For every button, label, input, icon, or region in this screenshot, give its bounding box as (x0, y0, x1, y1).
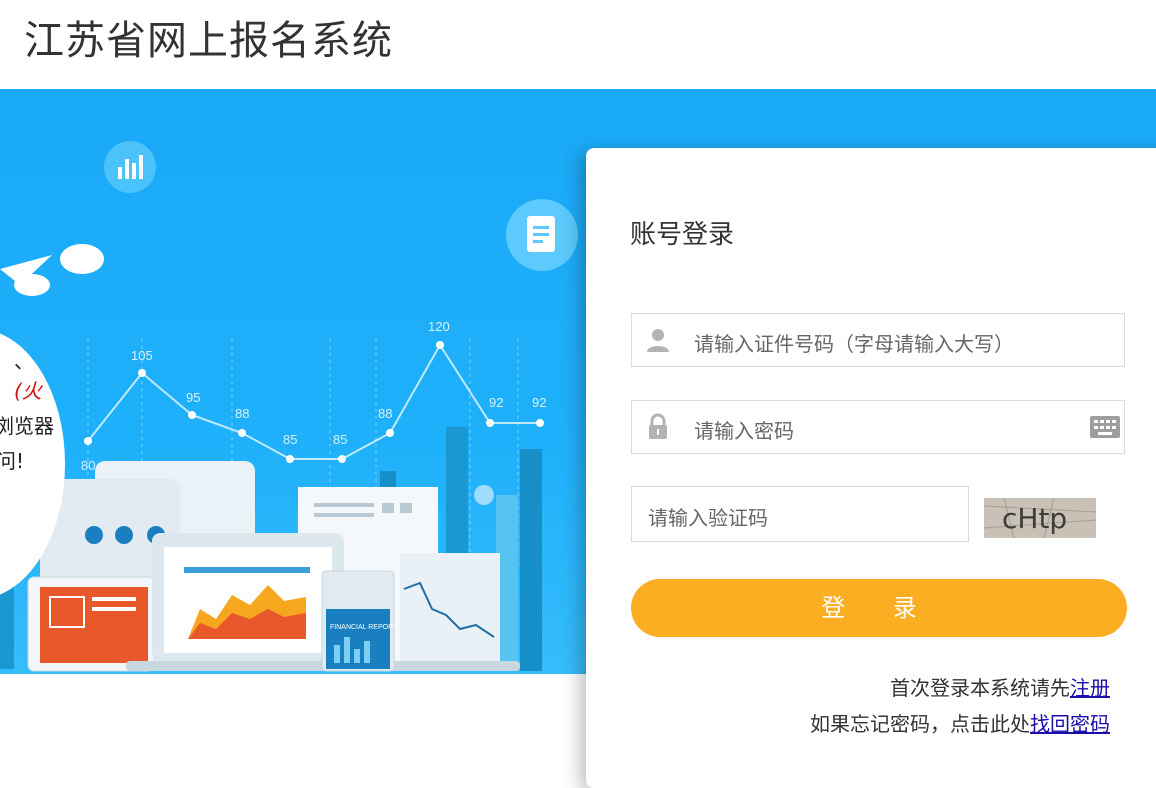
lock-icon (649, 413, 667, 439)
chart-value-label: 92 (532, 395, 546, 410)
chart-value-label: 80 (81, 458, 95, 473)
captcha-input[interactable]: 请输入验证码 (631, 486, 969, 542)
notice-line: 浏览器 (0, 414, 54, 438)
notice-line: 、 (14, 349, 34, 373)
chart-value-label: 88 (378, 406, 392, 421)
register-prompt-text: 首次登录本系统请先 (890, 676, 1070, 700)
user-icon (647, 329, 669, 352)
header: 江苏省网上报名系统 (0, 0, 1156, 90)
forgot-prompt-text: 如果忘记密码，点击此处 (810, 712, 1030, 736)
register-prompt: 首次登录本系统请先注册 (890, 672, 1110, 701)
captcha-image[interactable]: cHtp (984, 498, 1096, 538)
forgot-password-prompt: 如果忘记密码，点击此处找回密码 (810, 708, 1110, 737)
captcha-placeholder: 请输入验证码 (648, 506, 768, 530)
chart-value-label: 88 (235, 406, 249, 421)
chart-value-label: 92 (489, 395, 503, 410)
report-label: FINANCIAL REPORT (330, 624, 398, 631)
chart-value-label: 85 (283, 432, 297, 447)
password-placeholder: 请输入密码 (694, 419, 794, 443)
forgot-password-link[interactable]: 找回密码 (1030, 712, 1110, 736)
captcha-text: cHtp (1002, 502, 1067, 535)
chart-value-label: 95 (186, 390, 200, 405)
notice-line: 问! (0, 449, 25, 473)
stats-icon (104, 141, 156, 193)
chart-value-label: 105 (131, 348, 153, 363)
password-field[interactable]: 请输入密码 (631, 400, 1125, 454)
id-number-placeholder: 请输入证件号码（字母请输入大写） (694, 332, 1014, 356)
keyboard-icon[interactable] (1090, 416, 1120, 440)
login-button[interactable]: 登 录 (631, 579, 1127, 637)
login-card: 账号登录 请输入证件号码（字母请输入大写） 请输入密码 请输入验证码 cHtp … (586, 148, 1156, 788)
notice-line: (火 (14, 379, 42, 403)
id-number-field[interactable]: 请输入证件号码（字母请输入大写） (631, 313, 1125, 367)
chart-value-label: 120 (428, 319, 450, 334)
register-link[interactable]: 注册 (1070, 676, 1110, 700)
site-title: 江苏省网上报名系统 (24, 18, 393, 64)
chart-value-label: 85 (333, 432, 347, 447)
login-title: 账号登录 (630, 220, 735, 250)
